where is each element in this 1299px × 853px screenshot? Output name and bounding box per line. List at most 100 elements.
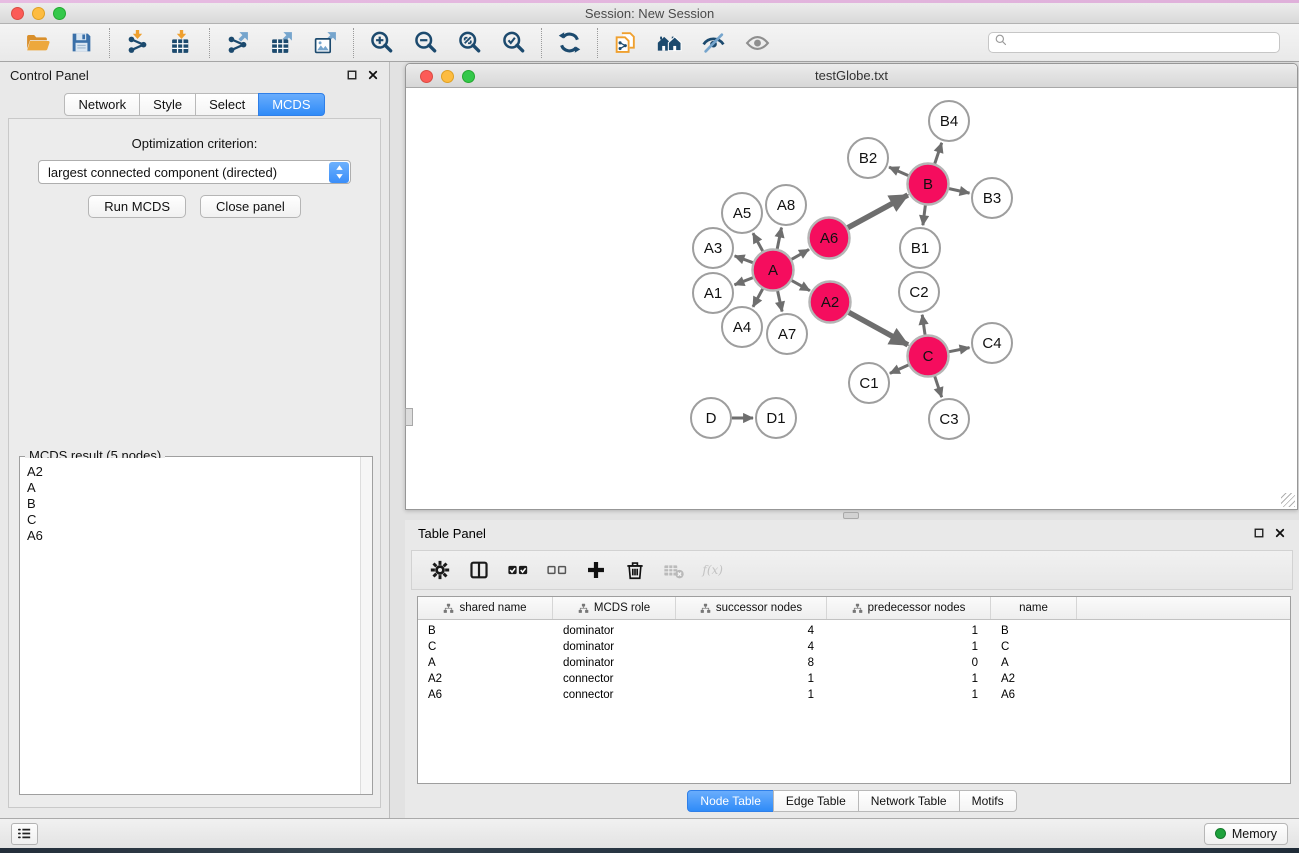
edge-A-A7[interactable] [778, 291, 783, 312]
table-tab-motifs[interactable]: Motifs [959, 790, 1017, 812]
edge-A2-C[interactable] [848, 312, 908, 345]
table-tab-network-table[interactable]: Network Table [858, 790, 960, 812]
edge-B-B2[interactable] [889, 167, 909, 176]
node-C2[interactable]: C2 [899, 272, 939, 312]
save-session-button[interactable] [68, 29, 95, 56]
node-B3[interactable]: B3 [972, 178, 1012, 218]
first-neighbors-button[interactable] [656, 29, 683, 56]
node-D1[interactable]: D1 [756, 398, 796, 438]
table-settings-button[interactable] [428, 558, 452, 582]
export-image-button[interactable] [312, 29, 339, 56]
column-header-name[interactable]: name [991, 597, 1077, 619]
table-tab-node-table[interactable]: Node Table [687, 790, 774, 812]
node-A1[interactable]: A1 [693, 273, 733, 313]
create-column-button[interactable] [584, 558, 608, 582]
tab-network[interactable]: Network [64, 93, 140, 116]
memory-button[interactable]: Memory [1204, 823, 1288, 845]
column-header-successor-nodes[interactable]: successor nodes [676, 597, 827, 619]
edge-C-C2[interactable] [922, 315, 925, 335]
node-B[interactable]: B [908, 164, 949, 205]
import-network-button[interactable] [124, 29, 151, 56]
edge-A-A8[interactable] [777, 228, 781, 250]
node-A8[interactable]: A8 [766, 185, 806, 225]
edge-A-A1[interactable] [735, 278, 754, 285]
tab-style[interactable]: Style [139, 93, 196, 116]
edge-A-A4[interactable] [753, 288, 763, 306]
mcds-result-item[interactable]: A2 [27, 464, 359, 480]
zoom-fit-button[interactable] [456, 29, 483, 56]
open-session-button[interactable] [24, 29, 51, 56]
hide-all-columns-button[interactable] [545, 558, 569, 582]
tab-mcds[interactable]: MCDS [258, 93, 324, 116]
mcds-result-item[interactable]: C [27, 512, 359, 528]
edge-C-C3[interactable] [935, 376, 942, 397]
close-panel-button[interactable]: Close panel [200, 195, 301, 218]
show-all-columns-button[interactable] [506, 558, 530, 582]
edge-C-C4[interactable] [949, 348, 970, 352]
edge-B-B1[interactable] [923, 205, 926, 225]
apply-layout-button[interactable] [556, 29, 583, 56]
import-table-button[interactable] [168, 29, 195, 56]
table-tab-edge-table[interactable]: Edge Table [773, 790, 859, 812]
column-header-shared-name[interactable]: shared name [418, 597, 553, 619]
node-A2[interactable]: A2 [810, 282, 851, 323]
zoom-in-button[interactable] [368, 29, 395, 56]
mcds-result-item[interactable]: A6 [27, 528, 359, 544]
close-table-panel-icon[interactable] [1274, 527, 1286, 539]
criterion-dropdown[interactable]: largest connected component (directed) [38, 160, 351, 184]
mcds-result-item[interactable]: A [27, 480, 359, 496]
node-B4[interactable]: B4 [929, 101, 969, 141]
node-C3[interactable]: C3 [929, 399, 969, 439]
birdseye-toggle[interactable] [405, 408, 413, 426]
float-panel-icon[interactable] [346, 69, 358, 81]
edge-A-A3[interactable] [735, 256, 754, 263]
node-A[interactable]: A [753, 250, 794, 291]
window-resize-grip[interactable] [1281, 493, 1295, 507]
export-network-button[interactable] [224, 29, 251, 56]
tab-select[interactable]: Select [195, 93, 259, 116]
zoom-selected-button[interactable] [500, 29, 527, 56]
node-A6[interactable]: A6 [809, 218, 850, 259]
node-B2[interactable]: B2 [848, 138, 888, 178]
graphics-details-button[interactable] [744, 29, 771, 56]
edge-A-A6[interactable] [791, 249, 809, 259]
delete-columns-button[interactable] [623, 558, 647, 582]
table-row[interactable]: Adominator80A [418, 655, 1290, 671]
style-preview-button[interactable] [700, 29, 727, 56]
network-minimize-button[interactable] [441, 70, 454, 83]
node-A5[interactable]: A5 [722, 193, 762, 233]
node-C1[interactable]: C1 [849, 363, 889, 403]
edge-A-A5[interactable] [753, 233, 763, 251]
result-scrollbar[interactable] [360, 457, 372, 794]
node-C4[interactable]: C4 [972, 323, 1012, 363]
network-canvas[interactable]: B4 B2 B B3 A8A5 A6 A3 B1 A C2 A1 A2 A4A7 C4 C C1 C3 D D1 [406, 89, 1297, 509]
close-window-button[interactable] [11, 7, 24, 20]
network-zoom-button[interactable] [462, 70, 475, 83]
node-C[interactable]: C [908, 336, 949, 377]
edge-A-A2[interactable] [791, 280, 810, 290]
zoom-window-button[interactable] [53, 7, 66, 20]
table-row[interactable]: A2connector11A2 [418, 671, 1290, 687]
edge-C-C1[interactable] [890, 365, 909, 374]
node-D[interactable]: D [691, 398, 731, 438]
zoom-out-button[interactable] [412, 29, 439, 56]
edge-B-B3[interactable] [949, 189, 970, 194]
table-row[interactable]: Cdominator41C [418, 639, 1290, 655]
minimize-window-button[interactable] [32, 7, 45, 20]
search-input[interactable] [1008, 34, 1274, 51]
node-B1[interactable]: B1 [900, 228, 940, 268]
table-row[interactable]: A6connector11A6 [418, 687, 1290, 703]
export-table-button[interactable] [268, 29, 295, 56]
edge-A6-B[interactable] [847, 195, 907, 228]
node-A3[interactable]: A3 [693, 228, 733, 268]
column-header-MCDS-role[interactable]: MCDS role [553, 597, 676, 619]
new-network-from-selection-button[interactable] [612, 29, 639, 56]
mcds-result-item[interactable]: B [27, 496, 359, 512]
toggle-panels-button[interactable] [467, 558, 491, 582]
float-table-panel-icon[interactable] [1253, 527, 1265, 539]
node-A7[interactable]: A7 [767, 314, 807, 354]
panel-divider-handle[interactable] [843, 512, 859, 519]
node-A4[interactable]: A4 [722, 307, 762, 347]
network-close-button[interactable] [420, 70, 433, 83]
run-mcds-button[interactable]: Run MCDS [88, 195, 186, 218]
